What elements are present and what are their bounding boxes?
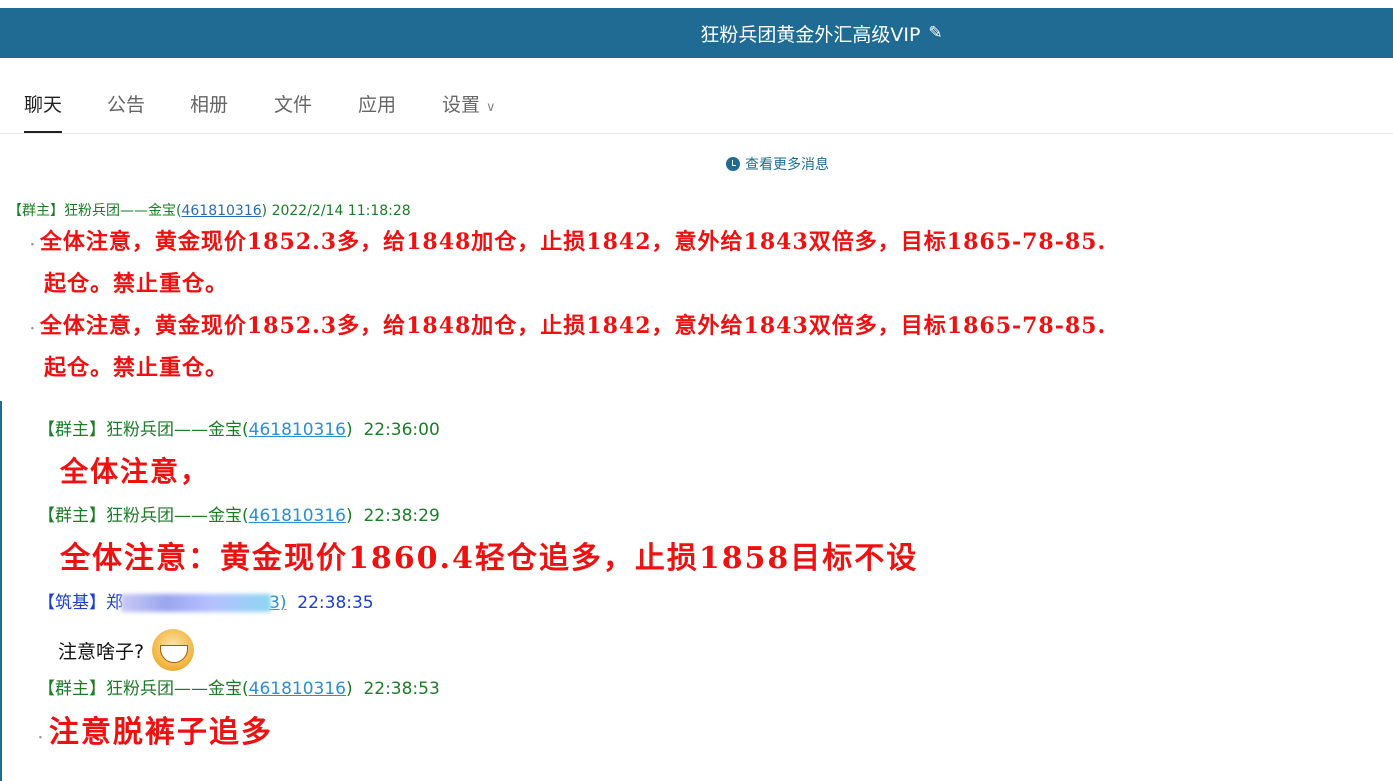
sender-name: 狂粉兵团——金宝 xyxy=(106,506,242,526)
tab-apps[interactable]: 应用 xyxy=(358,90,396,131)
sender-qq-link[interactable]: 461810316 xyxy=(249,679,346,699)
sender-name: 狂粉兵团——金宝 xyxy=(106,679,242,699)
tab-chat[interactable]: 聊天 xyxy=(24,90,63,133)
sender-qq-link[interactable]: 461810316 xyxy=(249,420,346,440)
message-header: 【筑基】郑 3) 22:38:35 xyxy=(38,588,374,613)
sender-role: 【群主】 xyxy=(38,420,106,440)
message-text: 注意啥子? xyxy=(58,629,195,671)
sender-role: 【群主】 xyxy=(38,679,106,699)
message-time: 2022/2/14 11:18:28 xyxy=(271,203,411,219)
sender-role: 【群主】 xyxy=(8,203,64,219)
message-text-content: 注意啥子? xyxy=(58,640,145,663)
grin-emoji-icon xyxy=(152,629,195,671)
alert-message-line: 起仓。禁止重仓。 xyxy=(44,355,229,381)
message-text: · 注意脱裤子追多 xyxy=(38,707,273,751)
qq-close-paren: ) xyxy=(261,203,268,219)
sender-qq-link[interactable]: 461810316 xyxy=(181,203,261,219)
tab-settings[interactable]: 设置 ∨ xyxy=(442,90,496,131)
tab-settings-label: 设置 xyxy=(442,94,481,116)
alert-text: 全体注意，黄金现价1852.3多，给1848加仓，止损1842，意外给1843双… xyxy=(39,229,1107,255)
clock-icon xyxy=(726,157,740,171)
view-more-messages-link[interactable]: 查看更多消息 xyxy=(726,154,829,174)
chevron-down-icon: ∨ xyxy=(486,100,496,115)
message-header: 【群主】狂粉兵团——金宝(461810316) 22:38:53 xyxy=(38,679,440,699)
sender-qq-link[interactable]: 3) xyxy=(269,593,286,613)
message-header: 【群主】狂粉兵团——金宝(461810316) 22:38:29 xyxy=(38,506,440,526)
sender-qq-link[interactable]: 461810316 xyxy=(249,506,346,526)
message-header: 【群主】狂粉兵团——金宝(461810316) 2022/2/14 11:18:… xyxy=(8,200,411,220)
bullet-icon: · xyxy=(38,730,45,746)
tab-announcement[interactable]: 公告 xyxy=(107,90,145,131)
sender-role: 【筑基】 xyxy=(38,593,106,613)
bullet-icon: · xyxy=(30,237,36,253)
message-text: 全体注意， xyxy=(60,455,211,488)
message-time: 22:38:29 xyxy=(363,506,440,526)
tab-album[interactable]: 相册 xyxy=(190,90,228,131)
message-header: 【群主】狂粉兵团——金宝(461810316) 22:36:00 xyxy=(38,420,440,440)
sender-name: 狂粉兵团——金宝 xyxy=(106,420,242,440)
tab-bar: 聊天 公告 相册 文件 应用 设置 ∨ xyxy=(0,62,1393,134)
message-time: 22:36:00 xyxy=(363,420,440,440)
alert-message-line: · 全体注意，黄金现价1852.3多，给1848加仓，止损1842，意外给1843… xyxy=(30,308,1106,340)
clipped-header-fragment xyxy=(30,383,230,389)
blurred-redaction xyxy=(121,594,271,612)
view-more-label: 查看更多消息 xyxy=(745,157,829,173)
group-title: 狂粉兵团黄金外汇高级VIP xyxy=(700,23,921,46)
message-time: 22:38:53 xyxy=(363,679,440,699)
edit-icon[interactable]: ✎ xyxy=(928,23,942,43)
alert-message-line: · 全体注意，黄金现价1852.3多，给1848加仓，止损1842，意外给1843… xyxy=(30,224,1106,256)
message-text-content: 注意脱裤子追多 xyxy=(48,715,273,750)
sender-name: 狂粉兵团——金宝( xyxy=(64,203,182,219)
chat-titlebar: 狂粉兵团黄金外汇高级VIP ✎ xyxy=(0,8,1393,58)
message-time: 22:38:35 xyxy=(297,593,374,613)
bullet-icon: · xyxy=(30,321,36,337)
alert-message-line: 起仓。禁止重仓。 xyxy=(44,271,229,297)
message-text: 全体注意：黄金现价1860.4轻仓追多，止损1858目标不设 xyxy=(60,541,919,576)
alert-text: 全体注意，黄金现价1852.3多，给1848加仓，止损1842，意外给1843双… xyxy=(39,313,1107,339)
sender-role: 【群主】 xyxy=(38,506,106,526)
tab-files[interactable]: 文件 xyxy=(274,90,312,131)
